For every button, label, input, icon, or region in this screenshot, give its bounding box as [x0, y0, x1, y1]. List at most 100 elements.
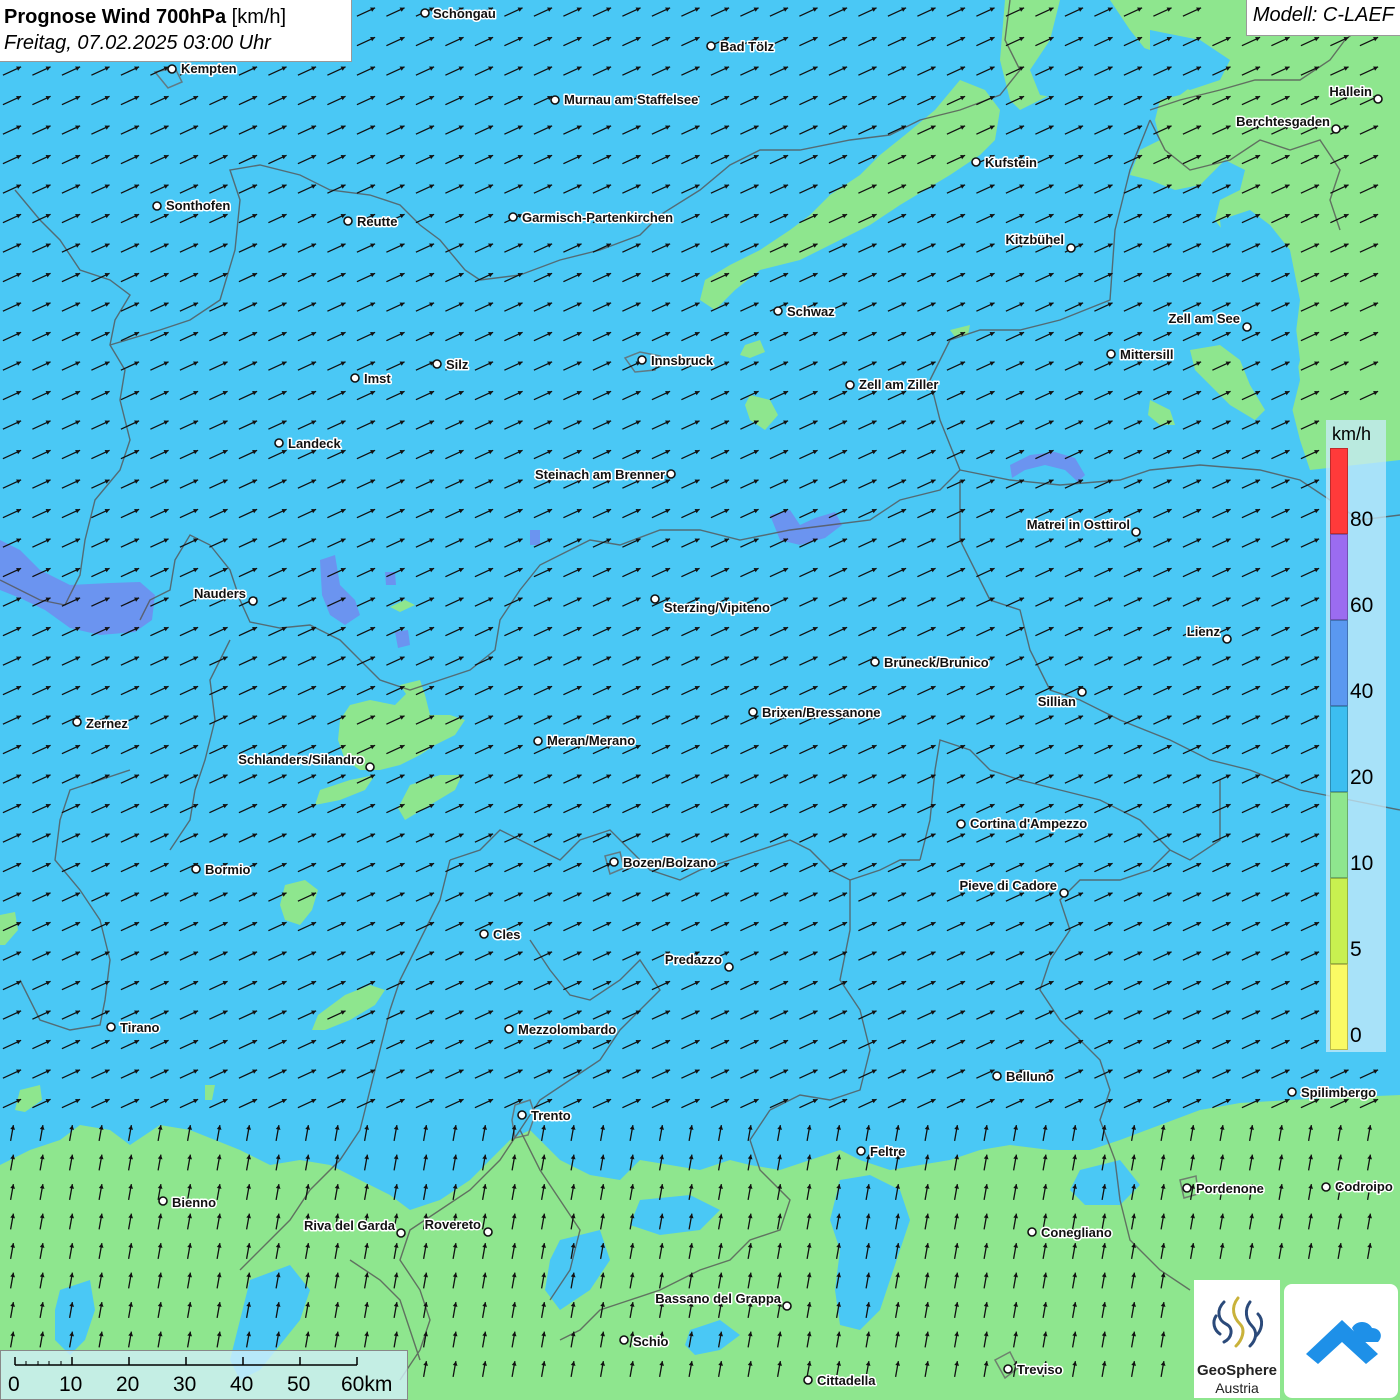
city-label: Imst — [364, 371, 391, 386]
city-dot — [1003, 1364, 1013, 1374]
city-dot — [1106, 349, 1116, 359]
city-dot — [274, 438, 284, 448]
city-dot — [782, 1301, 792, 1311]
scale-label: 40 — [230, 1373, 254, 1396]
city-dot — [1066, 243, 1076, 253]
map-title: Prognose Wind 700hPa [km/h] — [4, 4, 347, 30]
city-dot — [1077, 687, 1087, 697]
city-dot — [1027, 1227, 1037, 1237]
map-title-main: Prognose Wind 700hPa — [4, 6, 227, 28]
city-label: Meran/Merano — [547, 733, 635, 748]
city-dot — [1131, 527, 1141, 537]
city-dot — [724, 962, 734, 972]
scale-label: 50 — [287, 1373, 311, 1396]
city-dot — [1287, 1087, 1297, 1097]
city-dot — [748, 707, 758, 717]
legend-label: 80 — [1350, 508, 1374, 531]
city-dot — [504, 1024, 514, 1034]
city-dot — [550, 95, 560, 105]
city-label: Matrei in Osttirol — [1027, 517, 1130, 532]
city-dot — [106, 1022, 116, 1032]
city-label: Garmisch-Partenkirchen — [522, 210, 673, 225]
map-view[interactable]: Schongau Bad Tölz Kempten Murnau am Staffel… — [0, 0, 1400, 1400]
city-label: Nauders — [194, 586, 246, 601]
city-label: Riva del Garda — [304, 1218, 396, 1233]
city-dot — [248, 596, 258, 606]
legend-label: 5 — [1350, 938, 1362, 961]
color-legend: km/h 80 60 40 20 10 5 0 — [1326, 420, 1386, 1052]
city-dot — [1242, 322, 1252, 332]
legend-swatch-0 — [1330, 964, 1348, 1050]
legend-swatch-10 — [1330, 792, 1348, 878]
city-label: Murnau am Staffelsee — [564, 92, 698, 107]
city-dot — [1059, 888, 1069, 898]
city-dot — [432, 359, 442, 369]
city-label: Brixen/Bressanone — [762, 705, 881, 720]
city-dot — [350, 373, 360, 383]
city-label: Kitzbühel — [1006, 232, 1065, 247]
scale-label: 60km — [341, 1373, 393, 1396]
city-dot — [72, 717, 82, 727]
legend-label: 10 — [1350, 852, 1374, 875]
city-label: Trento — [531, 1108, 571, 1123]
city-dot — [158, 1196, 168, 1206]
city-dot — [152, 201, 162, 211]
city-label: Bad Tölz — [720, 39, 775, 54]
city-label: Bozen/Bolzano — [623, 855, 716, 870]
city-label: Kempten — [181, 61, 237, 76]
legend-label: 20 — [1350, 766, 1374, 789]
city-label: Treviso — [1017, 1362, 1063, 1377]
city-dot — [845, 380, 855, 390]
legend-label: 60 — [1350, 594, 1374, 617]
city-dot — [533, 736, 543, 746]
city-dot — [365, 762, 375, 772]
city-label: Zell am See — [1168, 311, 1240, 326]
model-label: Modell: C-LAEF — [1245, 0, 1400, 36]
city-label: Mittersill — [1120, 347, 1173, 362]
legend-color-bar — [1330, 448, 1348, 1050]
wind-map[interactable]: Schongau Bad Tölz Kempten Murnau am Staffel… — [0, 0, 1400, 1400]
city-dot — [956, 819, 966, 829]
city-dot — [396, 1228, 406, 1238]
city-label: Tirano — [120, 1020, 160, 1035]
city-label: Schongau — [433, 6, 496, 21]
city-dot — [508, 212, 518, 222]
legend-swatch-80 — [1330, 448, 1348, 534]
forecast-datetime: Freitag, 07.02.2025 03:00 Uhr — [4, 32, 271, 54]
city-label: Mezzolombardo — [518, 1022, 616, 1037]
city-label: Bienno — [172, 1195, 216, 1210]
city-label: Cittadella — [817, 1373, 876, 1388]
geosphere-logo-line1: GeoSphere — [1196, 1362, 1278, 1379]
city-dot — [1373, 94, 1383, 104]
scale-label: 10 — [59, 1373, 83, 1396]
city-label: Schlanders/Silandro — [238, 752, 364, 767]
city-label: Zell am Ziller — [859, 377, 938, 392]
city-label: Bassano del Grappa — [655, 1291, 781, 1306]
city-dot — [992, 1071, 1002, 1081]
city-dot — [1222, 634, 1232, 644]
city-dot — [167, 64, 177, 74]
city-dot — [706, 41, 716, 51]
city-label: Schio — [633, 1334, 668, 1349]
city-label: Spilimbergo — [1301, 1085, 1376, 1100]
city-dot — [1182, 1183, 1192, 1193]
city-label: Reutte — [357, 214, 397, 229]
city-label: Zernez — [86, 716, 128, 731]
city-dot — [637, 355, 647, 365]
geosphere-logo[interactable]: GeoSphere Austria — [1194, 1280, 1280, 1398]
city-label: Bormio — [205, 862, 251, 877]
city-label: Sonthofen — [166, 198, 230, 213]
city-dot — [343, 216, 353, 226]
city-label: Innsbruck — [651, 353, 714, 368]
city-label: Steinach am Brenner — [535, 467, 665, 482]
weather-app-logo[interactable] — [1284, 1284, 1398, 1398]
city-dot — [619, 1335, 629, 1345]
city-label: Sterzing/Vipiteno — [664, 600, 770, 615]
city-label: Pieve di Cadore — [959, 878, 1057, 893]
city-label: Bruneck/Brunico — [884, 655, 989, 670]
city-label: Pordenone — [1196, 1181, 1264, 1196]
scale-ruler — [14, 1357, 358, 1366]
scale-label: 30 — [173, 1373, 197, 1396]
city-dot — [420, 8, 430, 18]
city-label: Silz — [446, 357, 469, 372]
